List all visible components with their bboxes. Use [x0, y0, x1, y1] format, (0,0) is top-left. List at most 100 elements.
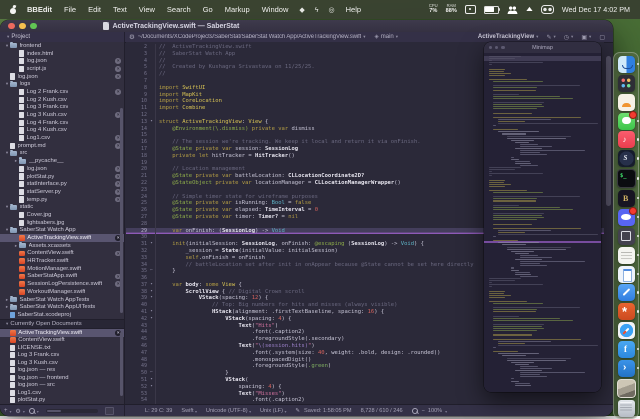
close-document-icon[interactable]: × — [115, 74, 121, 80]
menu-text[interactable]: Text — [107, 5, 133, 14]
tree-item[interactable]: Log1.csv× — [0, 134, 124, 142]
open-document-item[interactable]: log.json — frontend — [0, 374, 124, 382]
stack-thumbnail-icon[interactable] — [617, 379, 636, 398]
fold-marker-icon[interactable]: ⌐ — [148, 370, 155, 377]
tree-item[interactable]: ContentView.swift× — [0, 250, 124, 258]
document-proxy-icon[interactable] — [103, 22, 109, 30]
open-documents-header[interactable]: ▾ Currently Open Documents — [0, 319, 124, 329]
tree-item[interactable]: script.js× — [0, 65, 124, 73]
project-header[interactable]: ▾ Project — [0, 32, 125, 42]
new-document-icon[interactable]: ▢ — [599, 34, 605, 41]
tree-item[interactable]: SaberStatApp.swift× — [0, 273, 124, 281]
tree-item[interactable]: ActiveTrackingView.swift× — [0, 234, 124, 242]
tree-scrollbar[interactable] — [120, 108, 124, 313]
notes-icon[interactable] — [618, 247, 635, 264]
tree-item[interactable]: index.html — [0, 50, 124, 58]
zoom-button[interactable] — [30, 23, 37, 30]
trash-icon[interactable] — [618, 400, 635, 417]
sunburst-app-icon[interactable] — [618, 303, 635, 320]
tree-item[interactable]: ▸SaberStat Watch AppTests — [0, 296, 124, 304]
close-button[interactable] — [8, 23, 15, 30]
file-path[interactable]: ~/Documents/XCodeProjects/SaberStat/Sabe… — [138, 34, 361, 40]
tree-item[interactable]: Log 4 Frank.csv — [0, 119, 124, 127]
menu-extra-icon-2[interactable]: ϟ — [310, 7, 324, 14]
fold-marker-icon[interactable]: ▾ — [148, 241, 155, 248]
tree-item[interactable]: WorkoutManager.swift — [0, 288, 124, 296]
b-badge-app-icon[interactable] — [618, 190, 635, 207]
safari-icon[interactable] — [618, 322, 635, 339]
tree-item[interactable]: log.json× — [0, 73, 124, 81]
menu-markup[interactable]: Markup — [219, 5, 256, 14]
discord-icon[interactable] — [618, 209, 635, 226]
launchpad-icon[interactable] — [618, 75, 635, 92]
symbol-popup[interactable]: ActiveTrackingView — [478, 34, 534, 40]
open-document-item[interactable]: log.json — res — [0, 367, 124, 375]
tree-item[interactable]: prompt.md× — [0, 142, 124, 150]
menu-search[interactable]: Search — [161, 5, 197, 14]
ram-stat-widget[interactable]: RAM 88% — [446, 4, 457, 15]
battery-icon[interactable] — [484, 6, 499, 14]
menu-bar-clock[interactable]: Wed Dec 17 4:02 PM — [562, 5, 630, 14]
tree-item[interactable]: statServer.py× — [0, 188, 124, 196]
document-app-icon[interactable] — [618, 266, 635, 283]
vscode-icon[interactable] — [618, 360, 635, 377]
display-menu-icon[interactable] — [465, 5, 476, 15]
menu-go[interactable]: Go — [197, 5, 219, 14]
tree-item[interactable]: lightsabers.jpg — [0, 219, 124, 227]
open-document-item[interactable]: ContentView.swift — [0, 337, 124, 345]
search-icon[interactable] — [29, 408, 35, 414]
close-document-icon[interactable]: × — [115, 58, 121, 64]
messages-icon[interactable] — [618, 113, 635, 130]
open-document-item[interactable]: LICENSE.txt — [0, 344, 124, 352]
tree-item[interactable]: SessionLogPersistence.swift× — [0, 280, 124, 288]
close-document-icon[interactable]: × — [115, 89, 121, 95]
sidebar-resize-grip[interactable] — [105, 407, 114, 415]
tree-item[interactable]: Log 3 Kush.csv× — [0, 111, 124, 119]
tree-item[interactable]: statInterface.py× — [0, 180, 124, 188]
blue-f-app-icon[interactable] — [618, 341, 635, 358]
tree-item[interactable]: ▸__pycache__ — [0, 157, 124, 165]
gear-icon[interactable]: ⚙ — [129, 33, 135, 41]
tree-item[interactable]: SaberStat.xcodeproj — [0, 311, 124, 319]
menu-extra-icon-3[interactable]: ◎ — [324, 7, 340, 14]
xcode-icon[interactable] — [618, 284, 635, 301]
writable-pencil-icon[interactable]: ✎ — [295, 408, 300, 414]
open-document-item[interactable]: log.json — src — [0, 382, 124, 390]
fold-marker-icon[interactable]: ▾ — [148, 309, 155, 316]
tree-item[interactable]: Log 2 Kush.csv — [0, 96, 124, 104]
tree-item[interactable]: Log 3 Frank.csv — [0, 104, 124, 112]
fold-marker-icon[interactable]: ▾ — [148, 282, 155, 289]
fold-marker-icon[interactable]: ▾ — [148, 377, 155, 384]
fold-marker-icon[interactable]: ▾ — [148, 289, 155, 296]
minimize-button[interactable] — [19, 23, 26, 30]
menu-window[interactable]: Window — [256, 5, 295, 14]
open-document-item[interactable]: Log 3 Kush.csv — [0, 359, 124, 367]
finder-icon[interactable] — [618, 56, 635, 73]
fold-marker-icon[interactable]: ▾ — [148, 316, 155, 323]
menu-file[interactable]: File — [58, 5, 82, 14]
editor-scrollbar[interactable] — [605, 42, 612, 404]
open-docs-scrollbar[interactable] — [120, 332, 124, 396]
cpu-stat-widget[interactable]: CPU 7% — [429, 4, 438, 15]
zoom-minus[interactable]: − — [422, 408, 425, 414]
menu-view[interactable]: View — [133, 5, 161, 14]
tree-item[interactable]: log.json× — [0, 57, 124, 65]
pencil-icon[interactable]: ✎ — [546, 34, 551, 41]
menu-edit[interactable]: Edit — [82, 5, 107, 14]
line-endings-popup[interactable]: Unix (LF)▾ — [260, 408, 286, 414]
minimap-content[interactable] — [484, 53, 601, 392]
fold-marker-icon[interactable]: ▾ — [148, 384, 155, 391]
recent-clock-icon[interactable]: ◷ — [564, 34, 569, 41]
tree-item[interactable]: ▸SaberStat Watch AppUITests — [0, 303, 124, 311]
fold-marker-icon[interactable]: ▾ — [148, 119, 155, 126]
close-document-icon[interactable]: × — [115, 66, 121, 72]
tree-item[interactable]: temp.py× — [0, 196, 124, 204]
open-document-item[interactable]: ActiveTrackingView.swift× — [0, 329, 124, 337]
sunset-app-icon[interactable] — [618, 94, 635, 111]
users-menu-icon[interactable] — [507, 6, 518, 14]
open-document-item[interactable]: Log 3 Frank.csv — [0, 352, 124, 360]
swirl-app-icon[interactable] — [618, 150, 635, 167]
minimap-window[interactable]: Minimap — [484, 42, 601, 392]
open-document-item[interactable]: Log1.csv — [0, 389, 124, 397]
action-gear-button[interactable]: ⚙ — [15, 408, 20, 415]
